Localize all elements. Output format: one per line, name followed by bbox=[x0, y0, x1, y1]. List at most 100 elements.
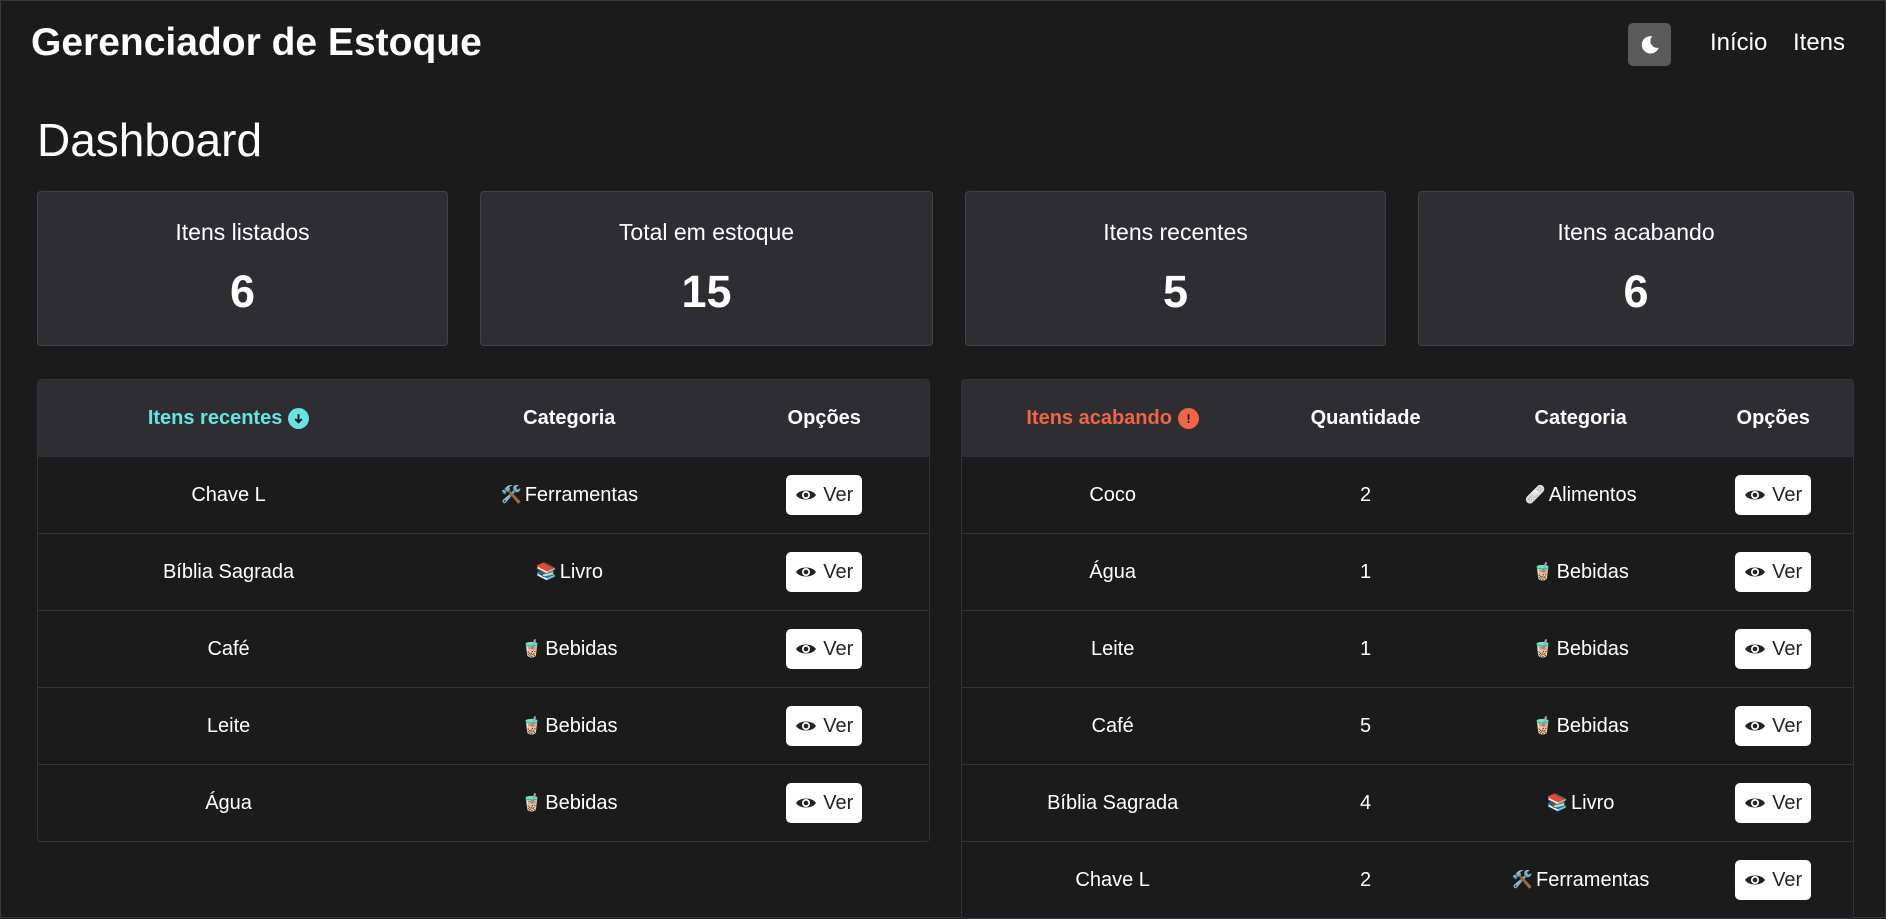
stat-card-itens-recentes: Itens recentes 5 bbox=[965, 191, 1386, 346]
item-name-cell: Chave L bbox=[962, 869, 1263, 892]
category-cell: 🩹 Alimentos bbox=[1468, 484, 1694, 507]
category-label: Ferramentas bbox=[524, 483, 639, 506]
eye-icon bbox=[1745, 875, 1766, 885]
category-icon: 🛠️ bbox=[1511, 870, 1534, 889]
stat-card-itens-listados: Itens listados 6 bbox=[37, 191, 448, 346]
eye-icon bbox=[1745, 490, 1766, 500]
category-icon: 🛠️ bbox=[500, 485, 522, 504]
table-row: Chave L 🛠️ Ferramentas Ver bbox=[38, 457, 929, 533]
view-button-label: Ver bbox=[1772, 791, 1803, 814]
view-button[interactable]: Ver bbox=[1735, 629, 1812, 669]
item-quantity: 4 bbox=[1360, 791, 1372, 814]
item-name-cell: Água bbox=[38, 792, 419, 815]
item-name-cell: Café bbox=[962, 715, 1263, 738]
options-cell: Ver bbox=[719, 552, 929, 592]
category-icon: 📚 bbox=[1546, 793, 1569, 812]
theme-toggle-button[interactable] bbox=[1628, 23, 1671, 66]
table-row: Bíblia Sagrada 📚 Livro Ver bbox=[38, 533, 929, 610]
table-row: Água 🧋 Bebidas Ver bbox=[38, 764, 929, 841]
view-button[interactable]: Ver bbox=[1735, 475, 1812, 515]
item-quantity: 2 bbox=[1360, 483, 1372, 506]
view-button[interactable]: Ver bbox=[1735, 860, 1812, 900]
item-name: Leite bbox=[206, 714, 251, 737]
item-name-cell: Água bbox=[962, 561, 1263, 584]
category-icon: 📚 bbox=[535, 562, 557, 581]
table-row: Café 🧋 Bebidas Ver bbox=[38, 610, 929, 687]
view-button-label: Ver bbox=[823, 791, 854, 814]
eye-icon bbox=[796, 798, 817, 808]
view-button[interactable]: Ver bbox=[786, 475, 863, 515]
nav-link-inicio[interactable]: Início bbox=[1710, 29, 1767, 57]
table-row: Coco 2 🩹 Alimentos Ver bbox=[962, 457, 1853, 533]
stat-value: 5 bbox=[1162, 266, 1189, 317]
table-body: Chave L 🛠️ Ferramentas Ver Bíblia Sagrada 📚 Li… bbox=[38, 457, 929, 841]
view-button[interactable]: Ver bbox=[786, 706, 863, 746]
view-button[interactable]: Ver bbox=[786, 552, 863, 592]
eye-icon bbox=[796, 490, 817, 500]
category-label: Bebidas bbox=[545, 791, 618, 814]
eye-icon bbox=[1745, 644, 1766, 654]
view-button[interactable]: Ver bbox=[1735, 783, 1812, 823]
category-icon: 🩹 bbox=[1524, 485, 1546, 504]
low-stock-table: Itens acabando Quantidade Categoria Opçõ… bbox=[961, 379, 1854, 919]
recent-items-header: Itens recentes bbox=[38, 407, 419, 430]
view-button-label: Ver bbox=[823, 637, 854, 660]
table-row: Leite 1 🧋 Bebidas Ver bbox=[962, 610, 1853, 687]
category-cell: 🧋 Bebidas bbox=[1468, 561, 1694, 584]
options-cell: Ver bbox=[1693, 552, 1853, 592]
item-name: Leite bbox=[1090, 637, 1135, 660]
category-cell: 🛠️ Ferramentas bbox=[419, 484, 719, 507]
app-brand[interactable]: Gerenciador de Estoque bbox=[31, 21, 482, 65]
item-name: Água bbox=[205, 791, 252, 814]
nav-link-itens[interactable]: Itens bbox=[1793, 29, 1845, 57]
stat-card-itens-acabando: Itens acabando 6 bbox=[1418, 191, 1854, 346]
view-button-label: Ver bbox=[1772, 637, 1803, 660]
category-icon: 🧋 bbox=[521, 639, 543, 658]
options-cell: Ver bbox=[1693, 475, 1853, 515]
quantity-cell: 1 bbox=[1263, 561, 1468, 584]
table-row: Chave L 2 🛠️ Ferramentas Ver bbox=[962, 841, 1853, 918]
table-body: Coco 2 🩹 Alimentos Ver Água 1 🧋 Bebidas Ver Leite 1… bbox=[962, 457, 1853, 918]
arrow-down-circle-icon bbox=[288, 408, 310, 429]
view-button-label: Ver bbox=[1772, 483, 1803, 506]
options-cell: Ver bbox=[1693, 706, 1853, 746]
table-row: Água 1 🧋 Bebidas Ver bbox=[962, 533, 1853, 610]
category-cell: 🧋 Bebidas bbox=[419, 638, 719, 661]
view-button[interactable]: Ver bbox=[1735, 552, 1812, 592]
category-cell: 🛠️ Ferramentas bbox=[1468, 869, 1694, 892]
item-name: Bíblia Sagrada bbox=[162, 560, 295, 583]
eye-icon bbox=[1745, 721, 1766, 731]
eye-icon bbox=[796, 567, 817, 577]
category-cell: 📚 Livro bbox=[419, 561, 719, 584]
item-name-cell: Leite bbox=[38, 715, 419, 738]
options-cell: Ver bbox=[1693, 783, 1853, 823]
eye-icon bbox=[796, 721, 817, 731]
column-header-categoria: Categoria bbox=[523, 407, 616, 429]
recent-items-table: Itens recentes Categoria Opções Chave L 🛠… bbox=[37, 379, 930, 842]
options-cell: Ver bbox=[719, 475, 929, 515]
category-label: Bebidas bbox=[545, 637, 618, 660]
item-name-cell: Chave L bbox=[38, 484, 419, 507]
eye-icon bbox=[1745, 567, 1766, 577]
quantity-cell: 1 bbox=[1263, 638, 1468, 661]
category-icon: 🧋 bbox=[521, 716, 543, 735]
item-name: Bíblia Sagrada bbox=[1047, 791, 1179, 814]
moon-icon bbox=[1641, 35, 1659, 54]
low-stock-header: Itens acabando bbox=[962, 407, 1263, 430]
category-label: Bebidas bbox=[1556, 560, 1629, 583]
quantity-cell: 2 bbox=[1263, 869, 1468, 892]
item-name: Café bbox=[1091, 714, 1134, 737]
category-label: Ferramentas bbox=[1536, 868, 1650, 891]
category-cell: 🧋 Bebidas bbox=[419, 715, 719, 738]
quantity-cell: 5 bbox=[1263, 715, 1468, 738]
item-name: Café bbox=[207, 637, 250, 660]
view-button-label: Ver bbox=[823, 714, 854, 737]
view-button-label: Ver bbox=[823, 483, 854, 506]
stat-label: Itens acabando bbox=[1557, 219, 1715, 245]
category-icon: 🧋 bbox=[1532, 639, 1554, 658]
view-button[interactable]: Ver bbox=[786, 629, 863, 669]
table-row: Bíblia Sagrada 4 📚 Livro Ver bbox=[962, 764, 1853, 841]
view-button[interactable]: Ver bbox=[786, 783, 863, 823]
view-button[interactable]: Ver bbox=[1735, 706, 1812, 746]
stat-value: 6 bbox=[1623, 266, 1649, 317]
